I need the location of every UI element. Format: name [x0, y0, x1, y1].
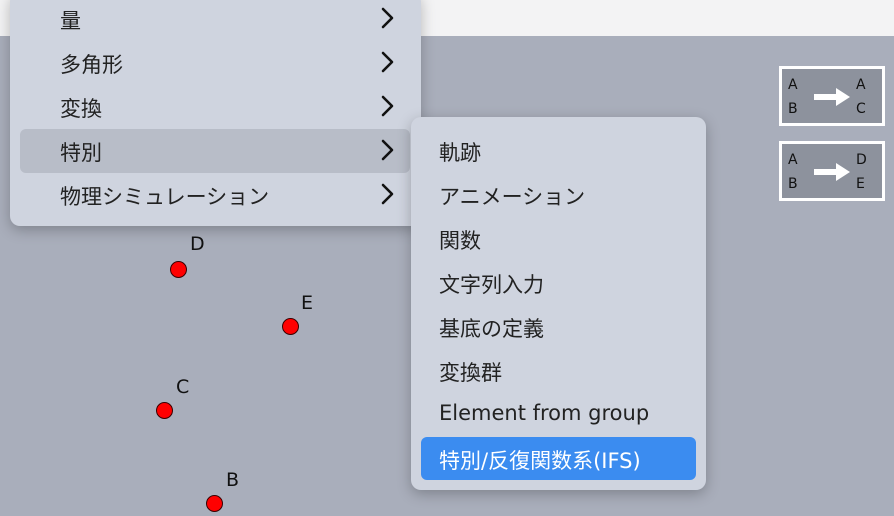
- submenu-item-label: Element from group: [439, 401, 650, 425]
- chevron-right-icon: [381, 51, 394, 73]
- submenu-item-label: 文字列入力: [439, 273, 544, 297]
- submenu-item-label: 軌跡: [439, 141, 481, 165]
- submenu-item-text-input[interactable]: 文字列入力: [421, 261, 696, 304]
- transform-tool-button-ac[interactable]: A B A C: [779, 66, 885, 126]
- chevron-right-icon: [381, 7, 394, 29]
- submenu-item-label: 特別/反復関数系(IFS): [439, 449, 641, 473]
- submenu-item-ifs[interactable]: 特別/反復関数系(IFS): [421, 437, 696, 480]
- special-submenu: 軌跡 アニメーション 関数 文字列入力 基底の定義 変換群 Element fr…: [411, 117, 706, 490]
- menu-item-quantity[interactable]: 量: [20, 0, 410, 41]
- menu-item-label: 特別: [60, 141, 102, 165]
- submenu-item-transformation-group[interactable]: 変換群: [421, 349, 696, 392]
- submenu-item-element-from-group[interactable]: Element from group: [421, 393, 696, 436]
- point-label-c: C: [176, 376, 190, 398]
- chevron-right-icon: [381, 183, 394, 205]
- point-label-e: E: [301, 292, 314, 314]
- tool-label: B: [788, 176, 798, 192]
- arrow-right-icon: [814, 88, 850, 106]
- arrow-right-icon: [814, 163, 850, 181]
- submenu-item-basis-definition[interactable]: 基底の定義: [421, 305, 696, 348]
- submenu-item-label: アニメーション: [439, 185, 586, 209]
- tool-label: E: [856, 176, 865, 192]
- chevron-right-icon: [381, 139, 394, 161]
- menu-item-transform[interactable]: 変換: [20, 85, 410, 129]
- submenu-item-label: 基底の定義: [439, 317, 544, 341]
- menu-item-physics-simulation[interactable]: 物理シミュレーション: [20, 173, 410, 217]
- tool-label: A: [856, 77, 866, 93]
- menu-item-label: 物理シミュレーション: [60, 185, 270, 209]
- point-e[interactable]: [282, 318, 299, 335]
- point-label-d: D: [190, 233, 205, 255]
- menu-item-special[interactable]: 特別: [20, 129, 410, 173]
- menu-item-label: 多角形: [60, 53, 123, 77]
- menu-item-polygon[interactable]: 多角形: [20, 41, 410, 85]
- tool-label: A: [788, 77, 798, 93]
- menu-item-label: 変換: [60, 97, 102, 121]
- point-b[interactable]: [206, 495, 223, 512]
- point-d[interactable]: [170, 261, 187, 278]
- submenu-item-locus[interactable]: 軌跡: [421, 129, 696, 172]
- submenu-item-animation[interactable]: アニメーション: [421, 173, 696, 216]
- chevron-right-icon: [381, 95, 394, 117]
- tool-label: B: [788, 101, 798, 117]
- menu-item-label: 量: [60, 9, 81, 33]
- transform-tool-button-de[interactable]: A B D E: [779, 141, 885, 201]
- submenu-item-label: 変換群: [439, 361, 502, 385]
- tool-label: A: [788, 152, 798, 168]
- tool-label: C: [856, 101, 866, 117]
- point-label-b: B: [226, 469, 240, 491]
- tool-label: D: [856, 152, 867, 168]
- submenu-item-function[interactable]: 関数: [421, 217, 696, 260]
- point-c[interactable]: [156, 402, 173, 419]
- main-menu: 量 多角形 変換 特別 物理シミュレーション: [10, 0, 421, 226]
- submenu-item-label: 関数: [439, 229, 481, 253]
